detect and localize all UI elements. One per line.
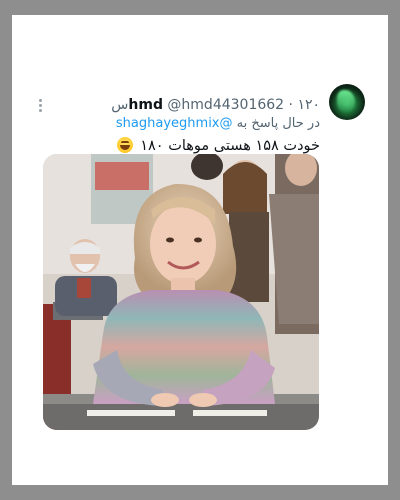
replying-to: در حال پاسخ به @shaghayeghmix (116, 115, 320, 133)
reply-prefix: در حال پاسخ به (236, 116, 320, 131)
more-options-icon[interactable] (34, 97, 46, 113)
aurora-avatar-graphic (337, 90, 355, 112)
tweet-card[interactable]: hmd @hmd44301662 · ۱۲۰س در حال پاسخ به @… (12, 15, 388, 485)
grinning-sweat-face-icon (116, 137, 133, 153)
tweet-header: hmd @hmd44301662 · ۱۲۰س (111, 96, 320, 114)
screenshot-frame: hmd @hmd44301662 · ۱۲۰س در حال پاسخ به @… (12, 15, 388, 485)
display-name[interactable]: hmd (128, 97, 163, 113)
avatar[interactable] (329, 84, 365, 120)
classroom-photo (43, 154, 319, 430)
tweet-body: خودت ۱۵۸ هستی موهات ۱۸۰ (140, 138, 320, 154)
user-handle[interactable]: @hmd44301662 (167, 97, 284, 113)
tweet-media-image[interactable] (43, 154, 319, 430)
reply-mention-link[interactable]: @shaghayeghmix (116, 116, 233, 131)
tweet-text: خودت ۱۵۸ هستی موهات ۱۸۰ (116, 136, 320, 156)
separator-dot: · (288, 97, 293, 113)
